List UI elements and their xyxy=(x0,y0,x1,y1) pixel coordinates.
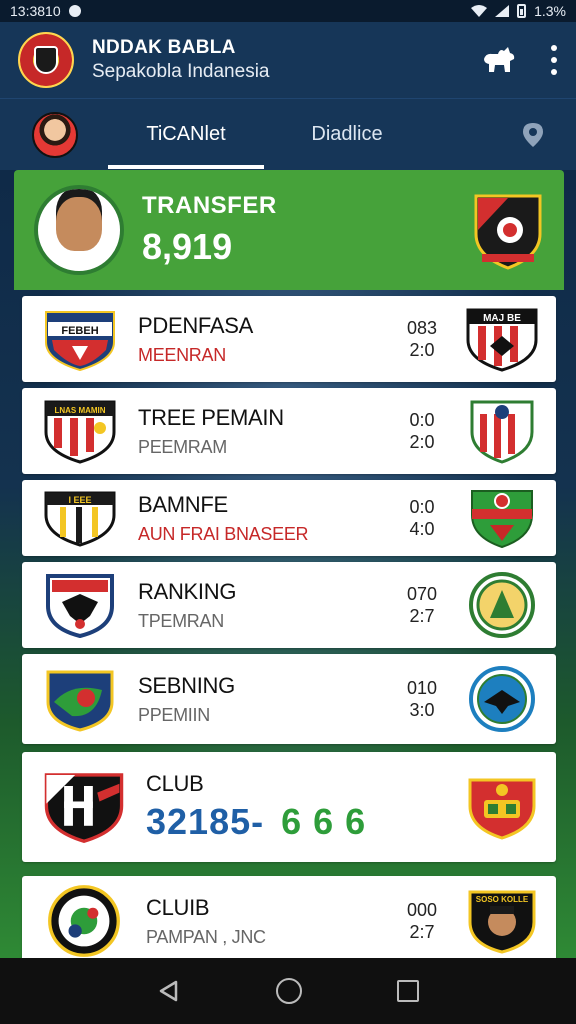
score-bottom: 2:0 xyxy=(409,340,435,360)
crest-text: MAJ BE xyxy=(483,313,521,324)
card-subtitle: PEEMRAM xyxy=(138,436,227,457)
crest-text: LNAS MAMIN xyxy=(54,406,105,415)
card-title: CLUB xyxy=(146,771,204,796)
tab-bar: TiCANlet Diadlice xyxy=(0,98,576,170)
tab-diadlice[interactable]: Diadlice xyxy=(292,99,402,171)
system-nav-bar xyxy=(0,958,576,1024)
card-title: TREE PEMAIN xyxy=(138,404,284,430)
card-title: PDENFASA xyxy=(138,312,253,338)
card-title: BAMNFE xyxy=(138,491,228,517)
tab-ticanlet[interactable]: TiCANlet xyxy=(108,99,264,171)
tab-label: TiCANlet xyxy=(146,123,226,145)
app-bar: NDDAK BABLA Sepakobla Indanesia xyxy=(0,22,576,98)
card-subtitle: AUN FRAI BNASEER xyxy=(138,523,309,544)
score-bottom: 2:0 xyxy=(409,432,435,452)
club-crest-icon xyxy=(474,194,542,270)
club-crest-icon xyxy=(44,773,124,843)
card-subtitle: TPEMRAN xyxy=(138,610,224,631)
status-bar: 13:3810 1.3% xyxy=(0,0,576,22)
match-card[interactable]: FEBEH PDENFASA MEENRAN 083 2:0 MAJ BE xyxy=(22,296,556,382)
wifi-icon xyxy=(471,5,488,17)
battery-icon xyxy=(517,4,527,18)
match-card[interactable]: SEBNING PPEMIIN 010 3:0 xyxy=(22,654,556,744)
crest-text: I EEE xyxy=(68,495,91,505)
app-logo xyxy=(18,32,74,88)
more-options-icon[interactable] xyxy=(550,45,558,75)
club-crest-icon: FEBEH xyxy=(45,311,115,372)
featured-label: TRANSFER xyxy=(142,192,277,219)
tab-label: Diadlice xyxy=(311,123,383,145)
card-title: SEBNING xyxy=(138,672,235,698)
club-score-card[interactable]: CLUB 32185- 6 6 6 xyxy=(22,752,556,862)
score-bottom: 4:0 xyxy=(409,519,435,539)
match-card[interactable]: I EEE BAMNFE AUN FRAI BNASEER 0:0 4:0 xyxy=(22,480,556,556)
puzzle-icon[interactable] xyxy=(482,45,516,75)
app-subtitle: Sepakobla Indanesia xyxy=(92,61,270,82)
home-icon[interactable] xyxy=(275,978,302,1004)
club-crest-icon: MAJ BE xyxy=(466,308,538,372)
score-bottom: 3:0 xyxy=(409,700,435,720)
user-avatar[interactable] xyxy=(32,111,78,158)
club-crest-icon xyxy=(46,574,114,638)
score-top: 0:0 xyxy=(409,410,435,430)
player-avatar xyxy=(34,185,124,275)
club-crest-icon: LNAS MAMIN xyxy=(44,400,116,464)
card-score: 083 2:0 xyxy=(398,317,446,361)
crest-text: SOSO KOLLE xyxy=(476,895,529,904)
score-top: 0:0 xyxy=(409,497,435,517)
card-subtitle: MEENRAN xyxy=(138,344,226,365)
match-card[interactable]: RANKING TPEMRAN 070 2:7 xyxy=(22,562,556,648)
recents-icon[interactable] xyxy=(396,980,419,1002)
signal-icon xyxy=(495,5,510,17)
club-score: 32185- 6 6 6 xyxy=(146,801,464,843)
featured-transfer-card[interactable]: TRANSFER 8,919 xyxy=(14,170,564,290)
match-card[interactable]: CLUIB PAMPAN , JNC 000 2:7 SOSO KOLLE xyxy=(22,876,556,966)
club-crest-icon xyxy=(469,572,535,638)
card-score: 0:0 2:0 xyxy=(398,409,446,453)
card-title: CLUIB xyxy=(146,894,210,920)
back-icon[interactable] xyxy=(157,979,181,1003)
status-time: 13:3810 xyxy=(10,3,61,19)
club-score-green: 6 6 6 xyxy=(281,801,367,842)
club-crest-icon: SOSO KOLLE xyxy=(468,890,536,954)
card-title: RANKING xyxy=(138,578,237,604)
match-card[interactable]: LNAS MAMIN TREE PEMAIN PEEMRAM 0:0 2:0 xyxy=(22,388,556,474)
score-top: 000 xyxy=(406,900,438,920)
score-bottom: 2:7 xyxy=(409,922,435,942)
club-score-blue: 32185- xyxy=(146,801,265,842)
club-crest-icon xyxy=(471,490,533,549)
card-subtitle: PAMPAN , JNC xyxy=(146,926,266,947)
score-top: 010 xyxy=(406,678,438,698)
card-score: 010 3:0 xyxy=(398,677,446,721)
club-crest-icon xyxy=(48,885,120,957)
club-crest-icon xyxy=(469,666,535,732)
club-crest-icon: I EEE xyxy=(44,491,116,547)
location-pin-icon[interactable] xyxy=(522,122,544,148)
club-crest-icon xyxy=(470,400,534,464)
app-titles: NDDAK BABLA Sepakobla Indanesia xyxy=(92,37,482,83)
score-bottom: 2:7 xyxy=(409,606,435,626)
notification-dot-icon xyxy=(68,5,81,17)
crest-text: FEBEH xyxy=(61,325,98,337)
score-top: 083 xyxy=(406,318,438,338)
card-score: 0:0 4:0 xyxy=(398,496,446,540)
main-content: TRANSFER 8,919 FEBEH PDENFASA MEENRAN 08… xyxy=(14,170,564,966)
app-title: NDDAK BABLA xyxy=(92,37,236,58)
featured-value: 8,919 xyxy=(142,226,233,267)
battery-percent: 1.3% xyxy=(534,3,566,19)
card-score: 070 2:7 xyxy=(398,583,446,627)
club-crest-icon xyxy=(46,670,114,732)
card-subtitle: PPEMIIN xyxy=(138,704,210,725)
score-top: 070 xyxy=(406,584,438,604)
card-score: 000 2:7 xyxy=(398,899,446,943)
club-crest-icon xyxy=(468,778,536,840)
